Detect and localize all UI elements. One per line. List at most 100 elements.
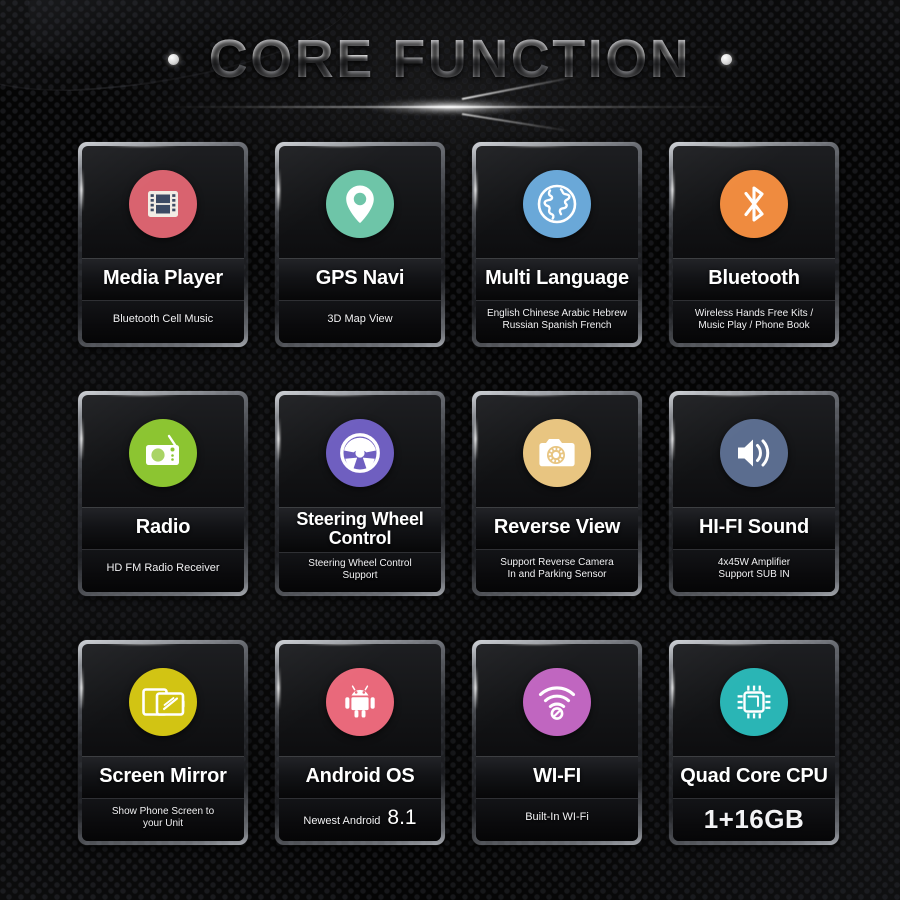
core-function-poster: CORE FUNCTION Media Player Bluetooth Cell… bbox=[0, 0, 900, 900]
card-subtitle-accent: 8.1 bbox=[387, 805, 417, 829]
card-body: HI-FI Sound 4x45W Amplifier Support SUB I… bbox=[673, 395, 835, 592]
screen-mirror-icon bbox=[129, 668, 197, 736]
card-subtitle-band: English Chinese Arabic Hebrew Russian Sp… bbox=[476, 300, 638, 343]
film-strip-icon bbox=[129, 170, 197, 238]
card-subtitle: Steering Wheel Control Support bbox=[308, 557, 412, 582]
card-title: Quad Core CPU bbox=[680, 765, 828, 787]
card-icon-area bbox=[279, 395, 441, 507]
bluetooth-icon bbox=[720, 170, 788, 238]
card-title: Reverse View bbox=[493, 516, 621, 538]
card-title-band: WI-FI bbox=[476, 756, 638, 798]
feature-card-quad-core-cpu[interactable]: Quad Core CPU 1+16GB bbox=[669, 640, 839, 845]
bullet-dot-right-icon bbox=[721, 53, 733, 65]
card-title: Android OS bbox=[305, 765, 415, 787]
feature-card-steering-wheel-control[interactable]: Steering Wheel Control Steering Wheel Con… bbox=[275, 391, 445, 596]
card-icon-area bbox=[476, 644, 638, 756]
card-subtitle-band: Newest Android 8.1 bbox=[279, 798, 441, 841]
card-subtitle-band: Built-In WI-Fi bbox=[476, 798, 638, 841]
card-icon-area bbox=[673, 395, 835, 507]
card-title: Bluetooth bbox=[708, 267, 800, 289]
card-body: Media Player Bluetooth Cell Music bbox=[82, 146, 244, 343]
card-subtitle: Wireless Hands Free Kits / Music Play / … bbox=[694, 307, 814, 332]
card-body: Steering Wheel Control Steering Wheel Con… bbox=[279, 395, 441, 592]
card-icon-area bbox=[476, 395, 638, 507]
card-title: GPS Navi bbox=[315, 267, 405, 289]
card-title-band: Quad Core CPU bbox=[673, 756, 835, 798]
card-title: Screen Mirror bbox=[99, 765, 227, 787]
feature-card-radio[interactable]: Radio HD FM Radio Receiver bbox=[78, 391, 248, 596]
card-subtitle-band: HD FM Radio Receiver bbox=[82, 549, 244, 592]
card-title-band: Media Player bbox=[82, 258, 244, 300]
card-subtitle-band: 1+16GB bbox=[673, 798, 835, 841]
feature-card-hi-fi-sound[interactable]: HI-FI Sound 4x45W Amplifier Support SUB I… bbox=[669, 391, 839, 596]
card-subtitle-band: 3D Map View bbox=[279, 300, 441, 343]
card-subtitle: 4x45W Amplifier Support SUB IN bbox=[717, 556, 791, 581]
card-title-band: Screen Mirror bbox=[82, 756, 244, 798]
feature-card-android-os[interactable]: Android OS Newest Android 8.1 bbox=[275, 640, 445, 845]
card-title: Multi Language bbox=[485, 267, 629, 289]
radio-icon bbox=[129, 419, 197, 487]
feature-card-grid: Media Player Bluetooth Cell Music GPS Nav… bbox=[78, 142, 839, 845]
card-body: Android OS Newest Android 8.1 bbox=[279, 644, 441, 841]
feature-card-gps-navi[interactable]: GPS Navi 3D Map View bbox=[275, 142, 445, 347]
globe-icon bbox=[523, 170, 591, 238]
card-icon-area bbox=[673, 644, 835, 756]
card-icon-area bbox=[279, 146, 441, 258]
card-title: Steering Wheel Control bbox=[296, 509, 424, 548]
card-icon-area bbox=[476, 146, 638, 258]
card-title-band: HI-FI Sound bbox=[673, 507, 835, 549]
card-subtitle-band: Show Phone Screen to your Unit bbox=[82, 798, 244, 841]
card-subtitle: Built-In WI-Fi bbox=[525, 811, 589, 824]
card-body: GPS Navi 3D Map View bbox=[279, 146, 441, 343]
card-body: WI-FI Built-In WI-Fi bbox=[476, 644, 638, 841]
flare-spike-2 bbox=[461, 113, 571, 133]
feature-card-media-player[interactable]: Media Player Bluetooth Cell Music bbox=[78, 142, 248, 347]
feature-card-screen-mirror[interactable]: Screen Mirror Show Phone Screen to your U… bbox=[78, 640, 248, 845]
card-subtitle: 3D Map View bbox=[327, 313, 393, 326]
card-title-band: Radio bbox=[82, 507, 244, 549]
title-row: CORE FUNCTION bbox=[0, 28, 900, 90]
card-icon-area bbox=[82, 395, 244, 507]
card-subtitle: Bluetooth Cell Music bbox=[112, 313, 214, 326]
card-title: Media Player bbox=[103, 267, 223, 289]
card-subtitle-band: Wireless Hands Free Kits / Music Play / … bbox=[673, 300, 835, 343]
card-body: Reverse View Support Reverse Camera In an… bbox=[476, 395, 638, 592]
card-title-band: Reverse View bbox=[476, 507, 638, 549]
card-title: Radio bbox=[135, 516, 191, 538]
card-subtitle: Support Reverse Camera In and Parking Se… bbox=[500, 556, 614, 581]
card-body: Bluetooth Wireless Hands Free Kits / Musi… bbox=[673, 146, 835, 343]
card-subtitle-band: Bluetooth Cell Music bbox=[82, 300, 244, 343]
title-light-flare bbox=[150, 75, 750, 133]
card-icon-area bbox=[673, 146, 835, 258]
wifi-icon bbox=[523, 668, 591, 736]
feature-card-reverse-view[interactable]: Reverse View Support Reverse Camera In an… bbox=[472, 391, 642, 596]
card-subtitle: Newest Android 8.1 bbox=[303, 805, 416, 831]
card-title-band: Android OS bbox=[279, 756, 441, 798]
card-title: HI-FI Sound bbox=[699, 516, 809, 538]
card-subtitle-band: 4x45W Amplifier Support SUB IN bbox=[673, 549, 835, 592]
flare-glow bbox=[365, 98, 535, 116]
card-subtitle: English Chinese Arabic Hebrew Russian Sp… bbox=[486, 307, 628, 332]
map-pin-icon bbox=[326, 170, 394, 238]
android-robot-icon bbox=[326, 668, 394, 736]
feature-card-multi-language[interactable]: Multi Language English Chinese Arabic Heb… bbox=[472, 142, 642, 347]
card-icon-area bbox=[82, 644, 244, 756]
card-subtitle-text: Newest Android bbox=[303, 814, 381, 827]
card-subtitle: HD FM Radio Receiver bbox=[106, 562, 220, 575]
camera-icon bbox=[523, 419, 591, 487]
card-subtitle-band: Steering Wheel Control Support bbox=[279, 551, 441, 592]
bullet-dot-left-icon bbox=[167, 53, 179, 65]
feature-card-wi-fi[interactable]: WI-FI Built-In WI-Fi bbox=[472, 640, 642, 845]
card-subtitle: Show Phone Screen to your Unit bbox=[111, 805, 215, 830]
card-body: Screen Mirror Show Phone Screen to your U… bbox=[82, 644, 244, 841]
feature-card-bluetooth[interactable]: Bluetooth Wireless Hands Free Kits / Musi… bbox=[669, 142, 839, 347]
poster-header: CORE FUNCTION bbox=[0, 28, 900, 133]
speaker-volume-icon bbox=[720, 419, 788, 487]
card-body: Multi Language English Chinese Arabic Heb… bbox=[476, 146, 638, 343]
cpu-chip-icon bbox=[720, 668, 788, 736]
card-title-band: GPS Navi bbox=[279, 258, 441, 300]
page-title: CORE FUNCTION bbox=[208, 29, 692, 89]
card-icon-area bbox=[82, 146, 244, 258]
card-body: Quad Core CPU 1+16GB bbox=[673, 644, 835, 841]
card-subtitle-band: Support Reverse Camera In and Parking Se… bbox=[476, 549, 638, 592]
